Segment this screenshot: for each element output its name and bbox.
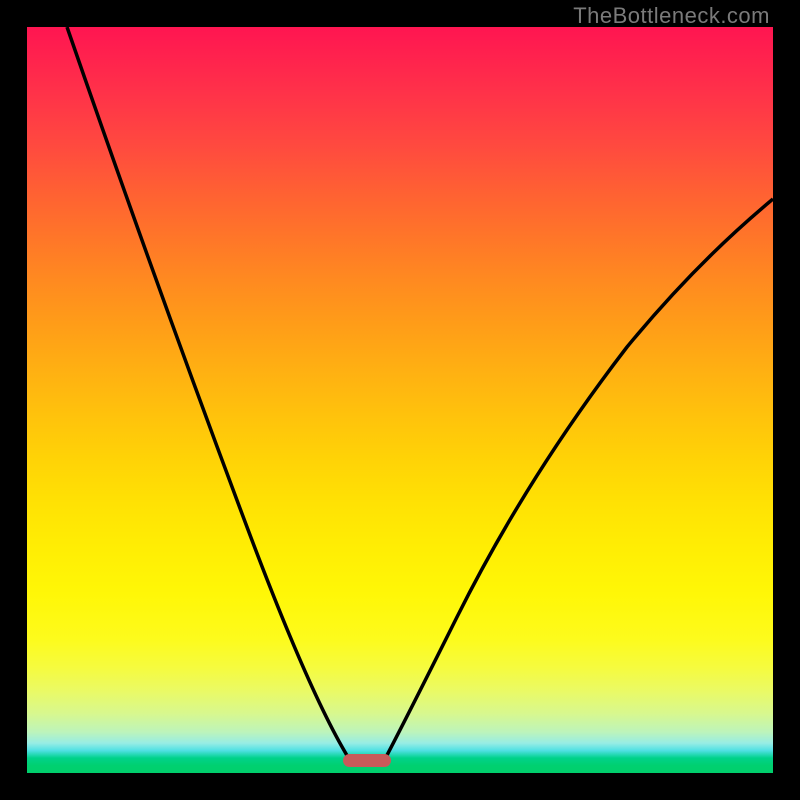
chart-frame <box>0 0 800 800</box>
watermark-text: TheBottleneck.com <box>573 3 770 29</box>
